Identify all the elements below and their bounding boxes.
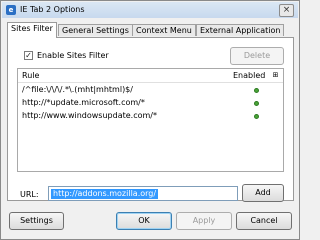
rules-list-header: Rule Enabled ⊞: [18, 69, 283, 83]
add-button[interactable]: Add: [242, 184, 284, 202]
enable-sites-filter-label[interactable]: Enable Sites Filter: [37, 51, 109, 60]
enabled-dot-icon[interactable]: [254, 101, 259, 106]
url-input[interactable]: http://addons.mozilla.org/: [48, 186, 238, 201]
rule-row[interactable]: http://*update.microsoft.com/*: [18, 97, 283, 110]
tab-general-settings[interactable]: General Settings: [58, 24, 133, 36]
close-icon: ×: [282, 5, 291, 15]
url-input-value: http://addons.mozilla.org/: [51, 189, 159, 199]
rule-row[interactable]: http://www.windowsupdate.com/*: [18, 110, 283, 123]
rule-text: /^file:\/\/\/.*\.(mht|mhtml)$/: [22, 85, 133, 94]
column-chooser-icon[interactable]: ⊞: [271, 71, 280, 79]
rule-text: http://www.windowsupdate.com/*: [22, 111, 157, 120]
title-bar[interactable]: e IE Tab 2 Options ×: [2, 2, 298, 18]
delete-button[interactable]: Delete: [230, 47, 284, 65]
options-window: e IE Tab 2 Options × Sites Filter Genera…: [0, 0, 300, 240]
rule-row[interactable]: /^file:\/\/\/.*\.(mht|mhtml)$/: [18, 84, 283, 97]
enabled-dot-icon[interactable]: [254, 88, 259, 93]
tab-sites-filter[interactable]: Sites Filter: [7, 22, 57, 38]
enabled-dot-icon[interactable]: [254, 114, 259, 119]
column-rule[interactable]: Rule: [22, 71, 39, 80]
column-enabled[interactable]: Enabled: [233, 71, 265, 80]
window-title: IE Tab 2 Options: [20, 5, 85, 14]
apply-button[interactable]: Apply: [176, 212, 232, 230]
rule-text: http://*update.microsoft.com/*: [22, 98, 145, 107]
close-button[interactable]: ×: [279, 4, 294, 17]
rules-list[interactable]: Rule Enabled ⊞ /^file:\/\/\/.*\.(mht|mht…: [17, 68, 284, 172]
enable-sites-filter-checkbox[interactable]: ✓: [24, 51, 33, 60]
ie-tab-app-icon: e: [6, 5, 16, 15]
cancel-button[interactable]: Cancel: [236, 212, 292, 230]
url-label: URL:: [20, 190, 39, 199]
tab-context-menu[interactable]: Context Menu: [132, 24, 196, 36]
sites-filter-panel: ✓ Enable Sites Filter Delete Rule Enable…: [7, 37, 294, 202]
settings-button[interactable]: Settings: [9, 212, 64, 230]
ok-button[interactable]: OK: [116, 212, 172, 230]
tab-external-application[interactable]: External Application: [196, 24, 285, 36]
